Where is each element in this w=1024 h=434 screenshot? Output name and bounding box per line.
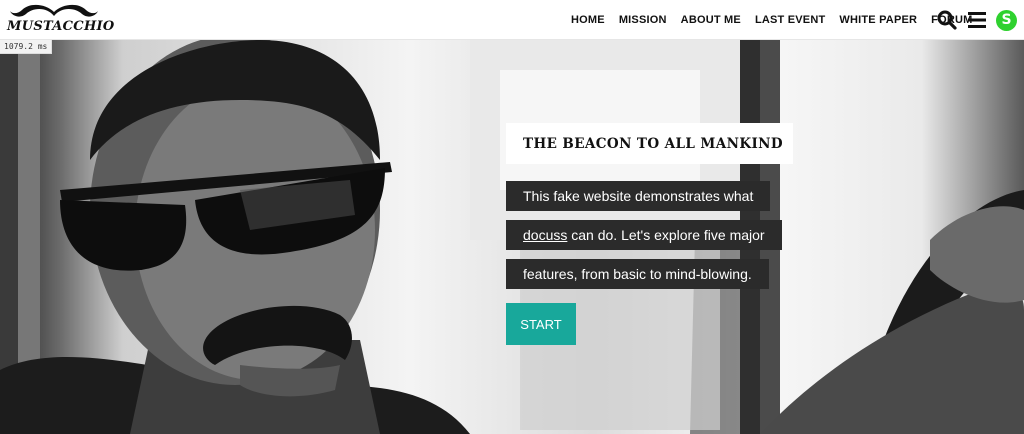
hero-description-text-2: can do. Let's explore five major: [567, 227, 765, 243]
hero-description-line-1: This fake website demonstrates what: [506, 181, 771, 211]
menu-button[interactable]: [966, 9, 988, 31]
nav-last-event[interactable]: LAST EVENT: [748, 14, 832, 26]
logo-text: MUSTACCHIO: [7, 19, 115, 34]
nav-home[interactable]: HOME: [564, 14, 612, 26]
main-nav: HOME MISSION ABOUT ME LAST EVENT WHITE P…: [564, 0, 980, 40]
hero-description-text-3: features, from basic to mind-blowing.: [523, 266, 752, 282]
header-tools: S: [936, 9, 1017, 31]
nav-about-me[interactable]: ABOUT ME: [674, 14, 748, 26]
hero-title: THE BEACON TO ALL MANKIND: [506, 123, 793, 164]
nav-mission[interactable]: MISSION: [612, 14, 674, 26]
nav-white-paper[interactable]: WHITE PAPER: [832, 14, 924, 26]
docuss-link[interactable]: docuss: [523, 227, 567, 243]
hero-section: THE BEACON TO ALL MANKIND This fake webs…: [0, 40, 1024, 434]
search-icon: [937, 10, 957, 30]
start-button[interactable]: START: [506, 303, 576, 345]
hero-description-line-2: docuss can do. Let's explore five major: [506, 220, 782, 250]
site-logo[interactable]: MUSTACCHIO: [6, 2, 114, 36]
render-timer: 1079.2 ms: [0, 40, 53, 54]
search-button[interactable]: [936, 9, 958, 31]
sync-status-badge[interactable]: S: [996, 9, 1017, 31]
hamburger-menu-icon: [968, 12, 986, 28]
hero-description-text-1: This fake website demonstrates what: [523, 188, 754, 204]
top-navbar: MUSTACCHIO HOME MISSION ABOUT ME LAST EV…: [0, 0, 1024, 40]
hero-description-line-3: features, from basic to mind-blowing.: [506, 259, 769, 289]
